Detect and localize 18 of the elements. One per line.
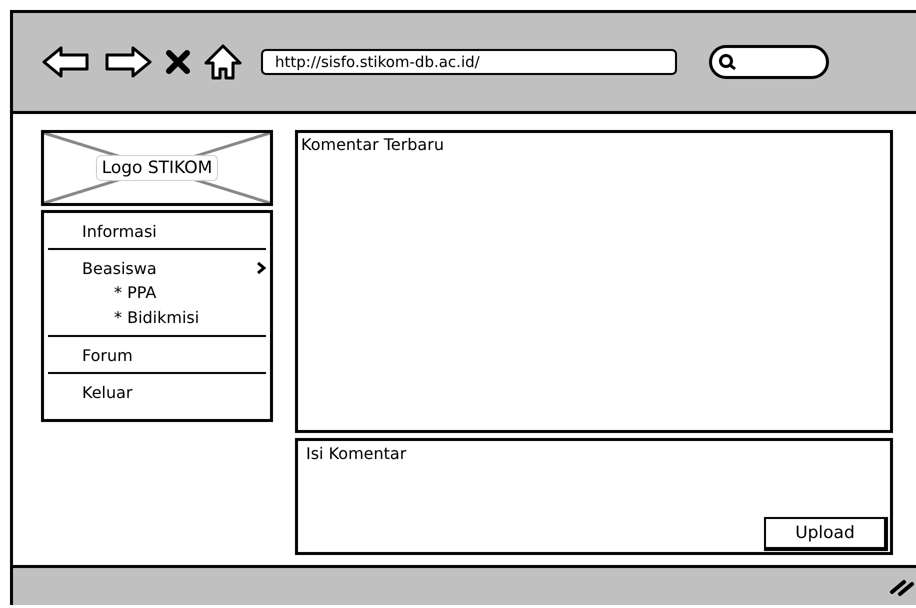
panel-title: Komentar Terbaru <box>301 134 444 154</box>
forward-icon[interactable] <box>103 44 153 80</box>
logo-label: Logo STIKOM <box>96 154 218 180</box>
submenu-item[interactable]: * Bidikmisi <box>44 306 270 330</box>
comment-field[interactable]: Isi Komentar Upload <box>295 438 893 554</box>
close-icon[interactable] <box>165 48 191 75</box>
home-icon[interactable] <box>203 42 243 81</box>
search-field[interactable] <box>709 44 829 79</box>
upload-button[interactable]: Upload <box>764 516 888 550</box>
menu-item[interactable]: Keluar <box>44 380 270 404</box>
chevron-icon <box>256 262 266 274</box>
search-icon <box>718 52 738 71</box>
menu-item[interactable]: Informasi <box>44 218 270 244</box>
menu-item[interactable]: Forum <box>44 342 270 368</box>
menu-item[interactable]: Beasiswa <box>44 256 270 280</box>
submenu-item[interactable]: * PPA <box>44 280 270 306</box>
back-icon[interactable] <box>41 44 91 80</box>
address-field[interactable]: http://sisfo.stikom-db.ac.id/ <box>261 48 677 75</box>
